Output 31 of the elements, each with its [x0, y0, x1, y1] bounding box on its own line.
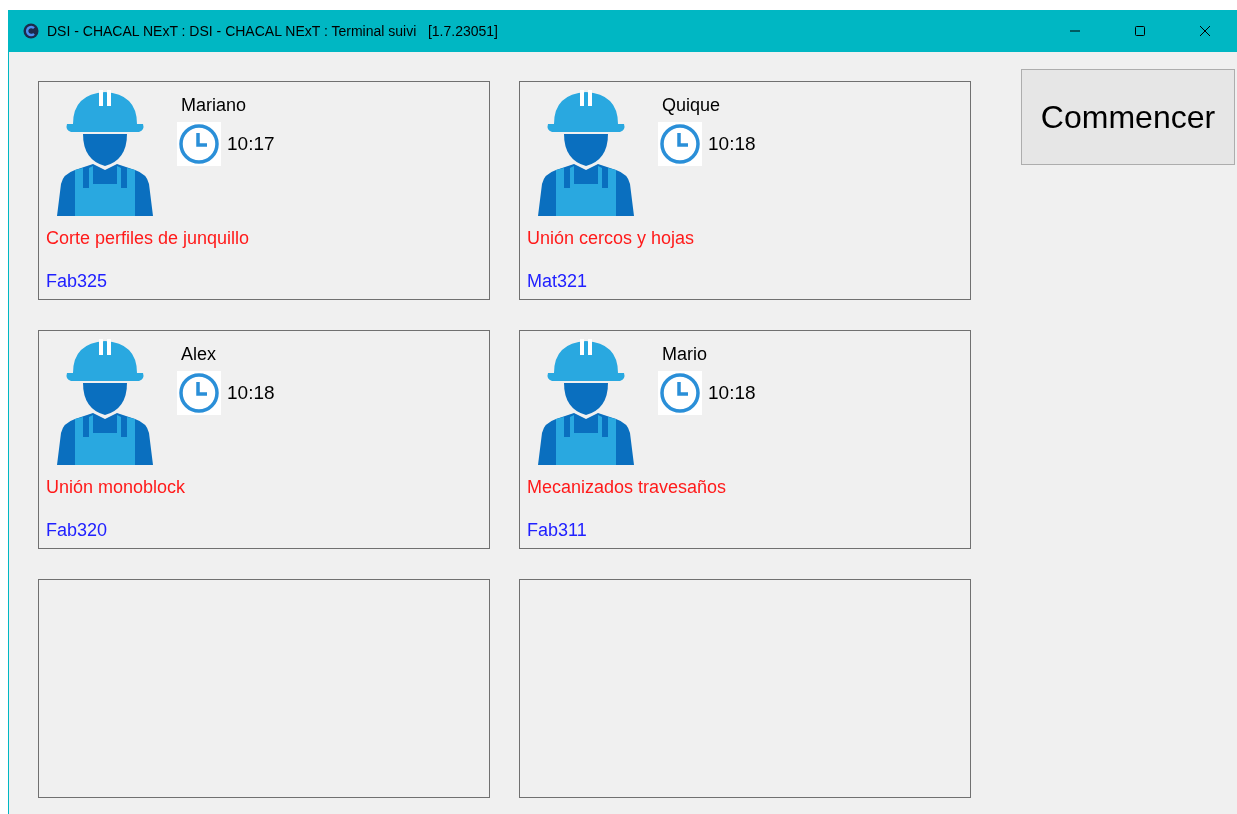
empty-card[interactable]: [38, 579, 490, 798]
start-time: 10:18: [227, 382, 275, 404]
worker-name: Quique: [662, 95, 722, 116]
start-time: 10:17: [227, 133, 275, 155]
maximize-icon: [1133, 25, 1146, 37]
window-title: DSI - CHACAL NExT : DSI - CHACAL NExT : Terminal suivi [1.7.23051]: [47, 23, 498, 39]
worker-name: Mario: [662, 344, 708, 365]
order-code: Mat321: [527, 271, 589, 292]
start-time: 10:18: [708, 382, 756, 404]
worker-card[interactable]: Alex 10:18 Unión monoblock Fab320: [38, 330, 490, 549]
clock-icon: [177, 122, 221, 166]
task-name: Unión cercos y hojas: [527, 228, 696, 249]
clock-icon: [177, 371, 221, 415]
order-code: Fab311: [527, 520, 588, 541]
order-code: Fab320: [46, 520, 109, 541]
clock-icon: [658, 371, 702, 415]
close-icon: [1198, 25, 1211, 37]
task-name: Corte perfiles de junquillo: [46, 228, 251, 249]
worker-name: Mariano: [181, 95, 248, 116]
worker-card[interactable]: Quique 10:18 Unión cercos y hojas Mat321: [519, 81, 971, 300]
task-name: Mecanizados travesaños: [527, 477, 728, 498]
worker-name: Alex: [181, 344, 217, 365]
clock-icon: [658, 122, 702, 166]
worker-card[interactable]: Mario 10:18 Mecanizados travesaños Fab311: [519, 330, 971, 549]
worker-card[interactable]: Mariano 10:17 Corte perfiles de junquillo Fab325: [38, 81, 490, 300]
order-code: Fab325: [46, 271, 109, 292]
start-button[interactable]: Commencer: [1021, 69, 1235, 165]
task-name: Unión monoblock: [46, 477, 187, 498]
start-time: 10:18: [708, 133, 756, 155]
app-logo-icon: [23, 23, 39, 39]
empty-card[interactable]: [519, 579, 971, 798]
